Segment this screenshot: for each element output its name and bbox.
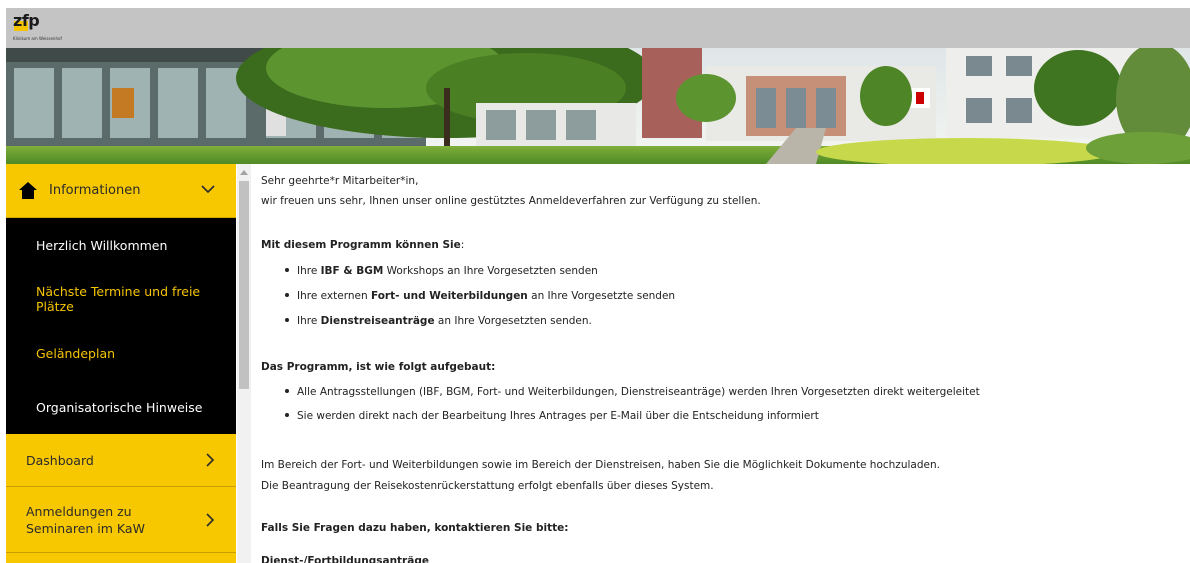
greeting-text: Sehr geehrte*r Mitarbeiter*in,: [261, 175, 419, 187]
list-item: Ihre Dienstreiseanträge an Ihre Vorgeset…: [285, 315, 592, 327]
sidebar-item-gelaendeplan[interactable]: Geländeplan: [6, 326, 236, 380]
bullet-icon: [285, 413, 289, 417]
intro-text: wir freuen uns sehr, Ihnen unser online …: [261, 195, 761, 207]
nav-dashboard-label: Dashboard: [26, 452, 94, 468]
nav-informationen-label: Informationen: [49, 183, 141, 198]
section2-heading: Das Programm, ist wie folgt aufgebaut:: [261, 361, 496, 373]
nav-next-item-partial[interactable]: [6, 553, 236, 563]
logo-text: zfp: [13, 11, 40, 30]
list-item: Alle Antragsstellungen (IBF, BGM, Fort- …: [285, 386, 980, 398]
sidebar-item-naechste-termine[interactable]: Nächste Termine und freie Plätze: [6, 272, 236, 326]
bullet-icon: [285, 318, 289, 322]
home-icon: [19, 182, 37, 199]
bullet-icon: [285, 268, 289, 272]
chevron-down-icon[interactable]: [200, 181, 216, 197]
list-item: Ihre externen Fort- und Weiterbildungen …: [285, 290, 675, 302]
list-item: Ihre IBF & BGM Workshops an Ihre Vorgese…: [285, 265, 598, 277]
sidebar-item-label: Geländeplan: [36, 345, 116, 361]
contact-heading: Falls Sie Fragen dazu haben, kontaktiere…: [261, 522, 569, 534]
bullet-icon: [285, 293, 289, 297]
sidebar-item-label: Herzlich Willkommen: [36, 237, 168, 253]
logo-subtitle: Klinikum am Weissenhof: [13, 36, 62, 41]
nav-anmeldungen-label: Anmeldungen zu Seminaren im KaW: [26, 503, 145, 536]
bullet-icon: [285, 389, 289, 393]
sidebar-item-label: Organisatorische Hinweise: [36, 399, 203, 415]
sidebar-item-herzlich-willkommen[interactable]: Herzlich Willkommen: [6, 218, 236, 272]
upload-info-text: Im Bereich der Fort- und Weiterbildungen…: [261, 459, 940, 471]
sidebar-item-label: Nächste Termine und freie Plätze: [36, 284, 201, 314]
scroll-up-arrow-icon[interactable]: [240, 170, 248, 175]
reimbursement-info-text: Die Beantragung der Reisekostenrückersta…: [261, 480, 714, 492]
nav-informationen[interactable]: Informationen: [6, 164, 236, 218]
scrollbar-thumb[interactable]: [239, 181, 249, 389]
contact-subheading: Dienst-/Fortbildungsanträge: [261, 555, 429, 563]
main-content: Sehr geehrte*r Mitarbeiter*in, wir freue…: [261, 164, 1181, 563]
nav-anmeldungen-seminare[interactable]: Anmeldungen zu Seminaren im KaW: [6, 487, 236, 553]
list-item: Sie werden direkt nach der Bearbeitung I…: [285, 410, 819, 422]
sidebar-scrollbar[interactable]: [237, 164, 251, 563]
header-banner-image: [6, 48, 1190, 164]
chevron-right-icon: [206, 512, 215, 527]
zfp-logo[interactable]: zfp Klinikum am Weissenhof: [11, 11, 73, 45]
top-bar: zfp Klinikum am Weissenhof: [6, 8, 1190, 48]
sidebar: Informationen Herzlich Willkommen Nächst…: [6, 164, 236, 563]
nav-dashboard[interactable]: Dashboard: [6, 434, 236, 487]
section1-heading: Mit diesem Programm können Sie:: [261, 239, 465, 251]
chevron-right-icon: [206, 453, 215, 467]
sidebar-item-organisatorische-hinweise[interactable]: Organisatorische Hinweise: [6, 380, 236, 434]
